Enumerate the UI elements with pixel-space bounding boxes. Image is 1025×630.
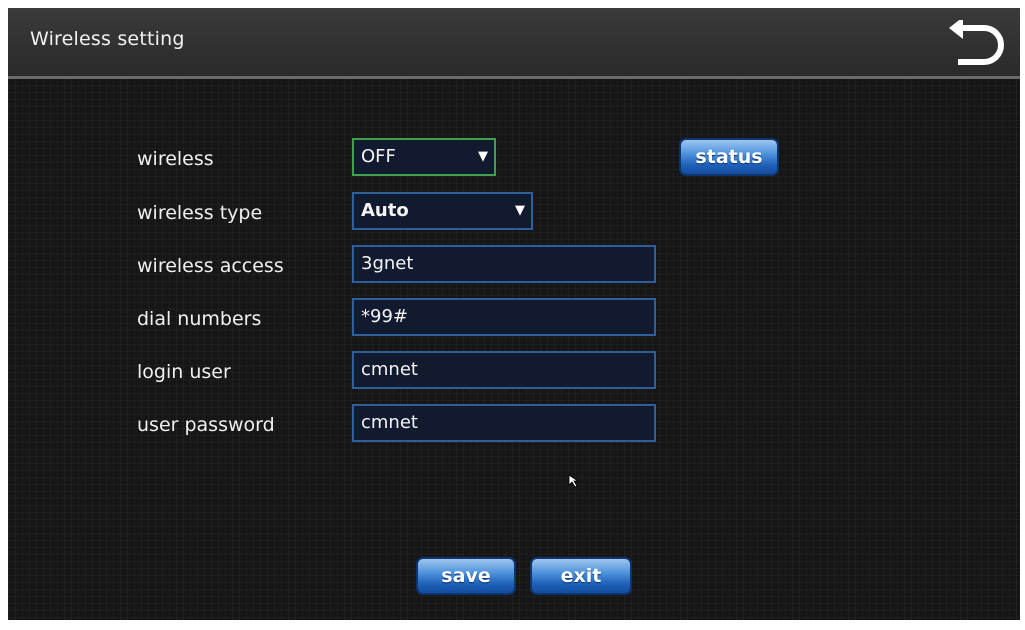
wireless-type-select-value: Auto <box>361 200 409 221</box>
wireless-select-value: OFF <box>361 146 396 167</box>
user-password-value: cmnet <box>361 412 418 433</box>
dropdown-arrow-icon: ▼ <box>515 203 525 218</box>
user-password-input[interactable]: cmnet <box>352 404 656 442</box>
save-button[interactable]: save <box>416 557 516 595</box>
wireless-select[interactable]: OFF ▼ <box>352 138 496 176</box>
dial-numbers-input[interactable]: *99# <box>352 298 656 336</box>
wireless-type-label: wireless type <box>137 202 263 224</box>
back-button[interactable] <box>946 17 1012 68</box>
wireless-setting-screen: Wireless setting wireless OFF ▼ status w… <box>8 8 1020 620</box>
wireless-label: wireless <box>137 148 214 170</box>
login-user-label: login user <box>137 361 231 383</box>
user-password-label: user password <box>137 414 275 436</box>
dropdown-arrow-icon: ▼ <box>478 149 488 164</box>
mouse-cursor-icon <box>568 474 580 488</box>
login-user-value: cmnet <box>361 359 418 380</box>
dial-numbers-value: *99# <box>361 306 408 327</box>
title-bar: Wireless setting <box>8 8 1020 79</box>
wireless-type-select[interactable]: Auto ▼ <box>352 192 533 230</box>
status-button[interactable]: status <box>679 138 779 176</box>
exit-button[interactable]: exit <box>530 557 632 595</box>
login-user-input[interactable]: cmnet <box>352 351 656 389</box>
wireless-access-value: 3gnet <box>361 253 414 274</box>
wireless-access-label: wireless access <box>137 255 284 277</box>
page-title: Wireless setting <box>30 28 185 50</box>
dial-numbers-label: dial numbers <box>137 308 262 330</box>
wireless-access-input[interactable]: 3gnet <box>352 245 656 283</box>
undo-arrow-icon <box>949 17 1004 65</box>
